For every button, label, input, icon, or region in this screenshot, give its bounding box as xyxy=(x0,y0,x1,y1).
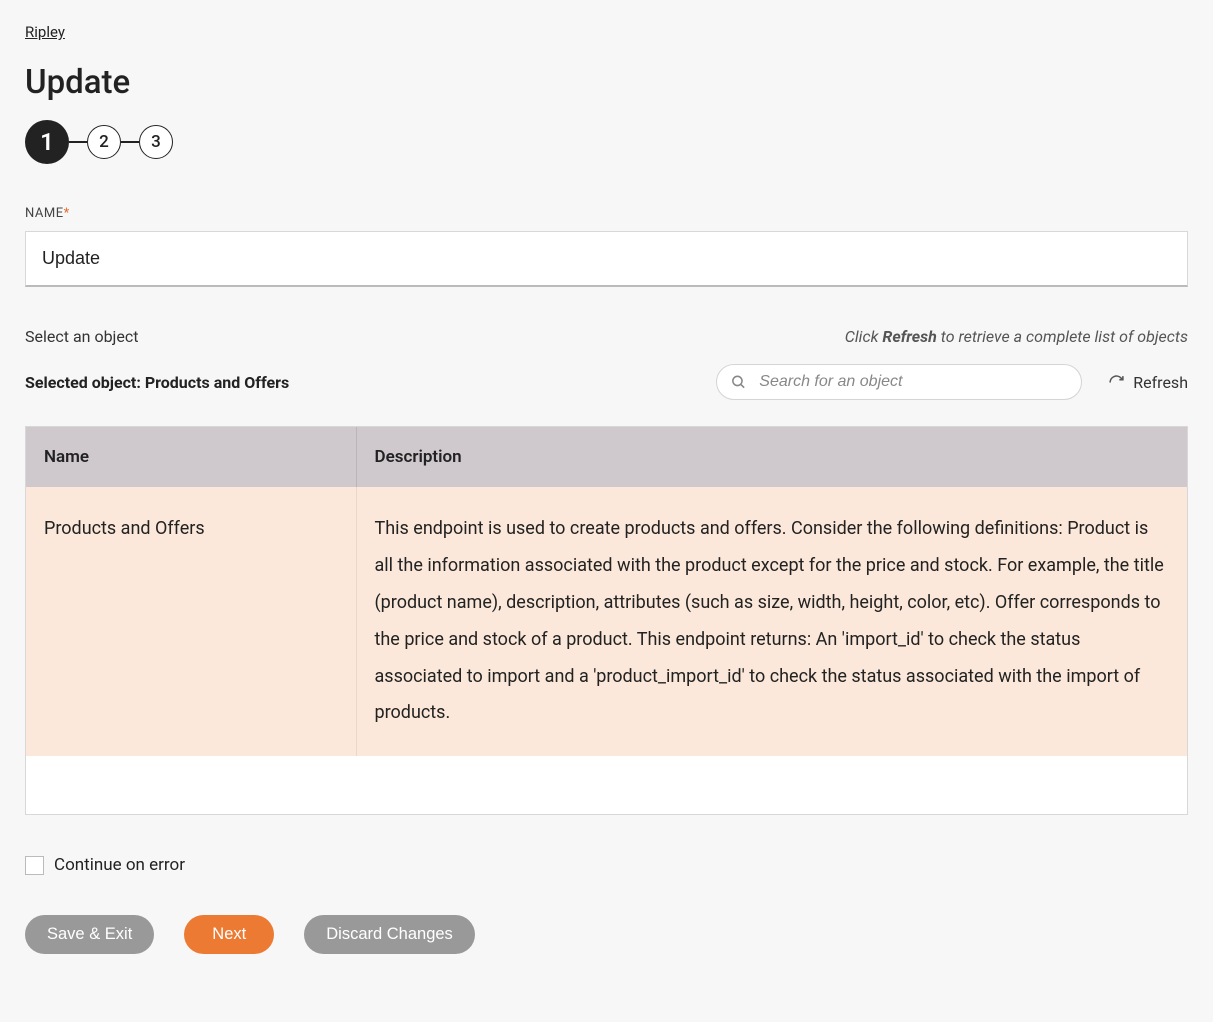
objects-table: Name Description Products and Offers Thi… xyxy=(25,426,1188,815)
breadcrumb-ripley[interactable]: Ripley xyxy=(25,23,65,41)
step-connector xyxy=(69,141,87,143)
continue-on-error-checkbox[interactable] xyxy=(25,856,44,875)
table-cell-name: Products and Offers xyxy=(26,487,356,756)
refresh-label: Refresh xyxy=(1133,373,1188,392)
search-wrap xyxy=(716,364,1082,400)
refresh-button[interactable]: Refresh xyxy=(1108,373,1188,392)
page-title: Update xyxy=(25,63,1188,102)
selected-prefix: Selected object: xyxy=(25,373,145,392)
hint-pre: Click xyxy=(845,327,883,346)
refresh-icon xyxy=(1108,374,1125,391)
stepper: 1 2 3 xyxy=(25,120,1188,164)
search-icon xyxy=(730,374,747,391)
table-cell-description: This endpoint is used to create products… xyxy=(356,487,1187,756)
selected-value: Products and Offers xyxy=(145,373,289,392)
save-exit-button[interactable]: Save & Exit xyxy=(25,915,154,954)
step-connector xyxy=(121,141,139,143)
step-2[interactable]: 2 xyxy=(87,125,121,159)
refresh-hint: Click Refresh to retrieve a complete lis… xyxy=(845,327,1188,346)
search-input[interactable] xyxy=(716,364,1082,400)
required-asterisk: * xyxy=(64,206,70,221)
name-label-text: NAME xyxy=(25,206,64,221)
name-input[interactable] xyxy=(25,231,1188,287)
table-row[interactable]: Products and Offers This endpoint is use… xyxy=(26,487,1187,756)
table-footer xyxy=(26,756,1187,814)
selected-object-label: Selected object: Products and Offers xyxy=(25,373,289,392)
step-3[interactable]: 3 xyxy=(139,125,173,159)
table-header-name[interactable]: Name xyxy=(26,427,356,487)
select-object-label: Select an object xyxy=(25,327,138,346)
name-label: NAME* xyxy=(25,206,1188,221)
hint-bold: Refresh xyxy=(882,327,936,346)
next-button[interactable]: Next xyxy=(184,915,274,954)
table-header-description[interactable]: Description xyxy=(356,427,1187,487)
step-1[interactable]: 1 xyxy=(25,120,69,164)
continue-on-error-label: Continue on error xyxy=(54,855,185,875)
hint-post: to retrieve a complete list of objects xyxy=(937,327,1188,346)
discard-changes-button[interactable]: Discard Changes xyxy=(304,915,475,954)
